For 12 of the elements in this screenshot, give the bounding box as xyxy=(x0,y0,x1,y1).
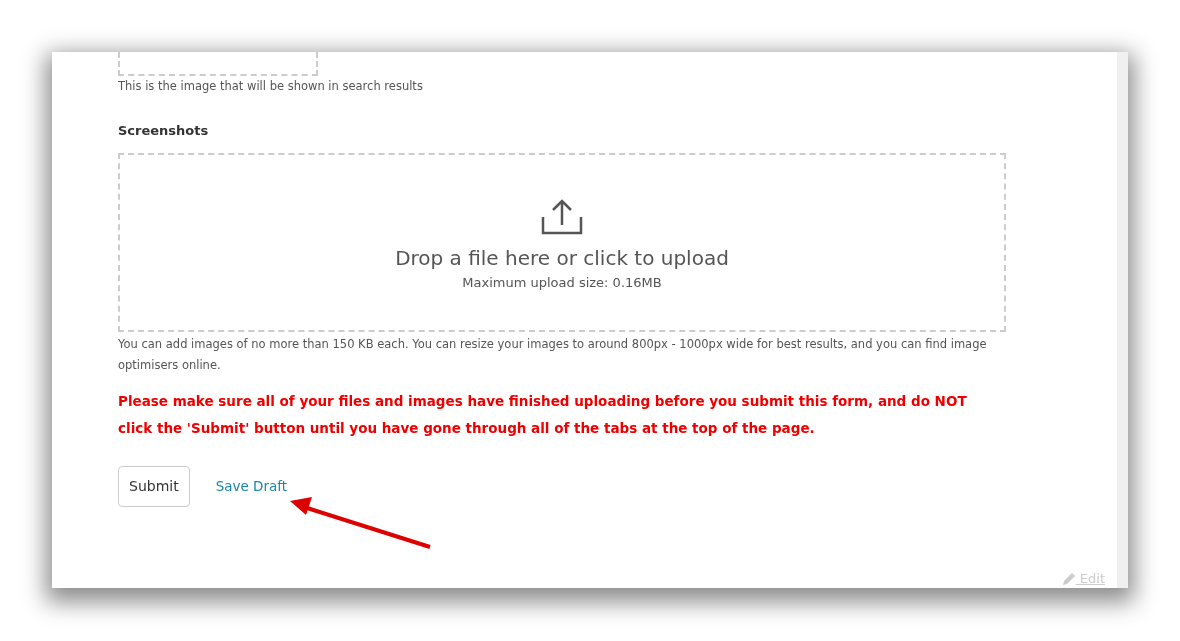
save-draft-link[interactable]: Save Draft xyxy=(215,475,288,497)
image-drop-area[interactable] xyxy=(118,52,318,76)
upload-limit-text: Maximum upload size: 0.16MB xyxy=(462,274,662,293)
upload-icon xyxy=(541,199,583,236)
submit-button[interactable]: Submit xyxy=(118,465,190,507)
pencil-icon xyxy=(1061,572,1076,586)
section-label: Screenshots xyxy=(118,122,210,140)
help-text: You can add images of no more than 150 KB each. You can resize your images to around 800px - 1000px wide for best results, and you can find image optimisers online. xyxy=(118,335,988,374)
file-drop-area[interactable]: Drop a file here or click to upload Maximum upload size: 0.16MB xyxy=(118,152,1006,332)
warning-text: Please make sure all of your files and images have finished uploading before you submit this form, and do NOT click the 'Submit' button until you have gone through all of the tabs at the top of the page. xyxy=(118,391,968,438)
drop-title: Drop a file here or click to upload xyxy=(395,245,729,273)
hint-text: This is the image that will be shown in search results xyxy=(118,78,424,95)
